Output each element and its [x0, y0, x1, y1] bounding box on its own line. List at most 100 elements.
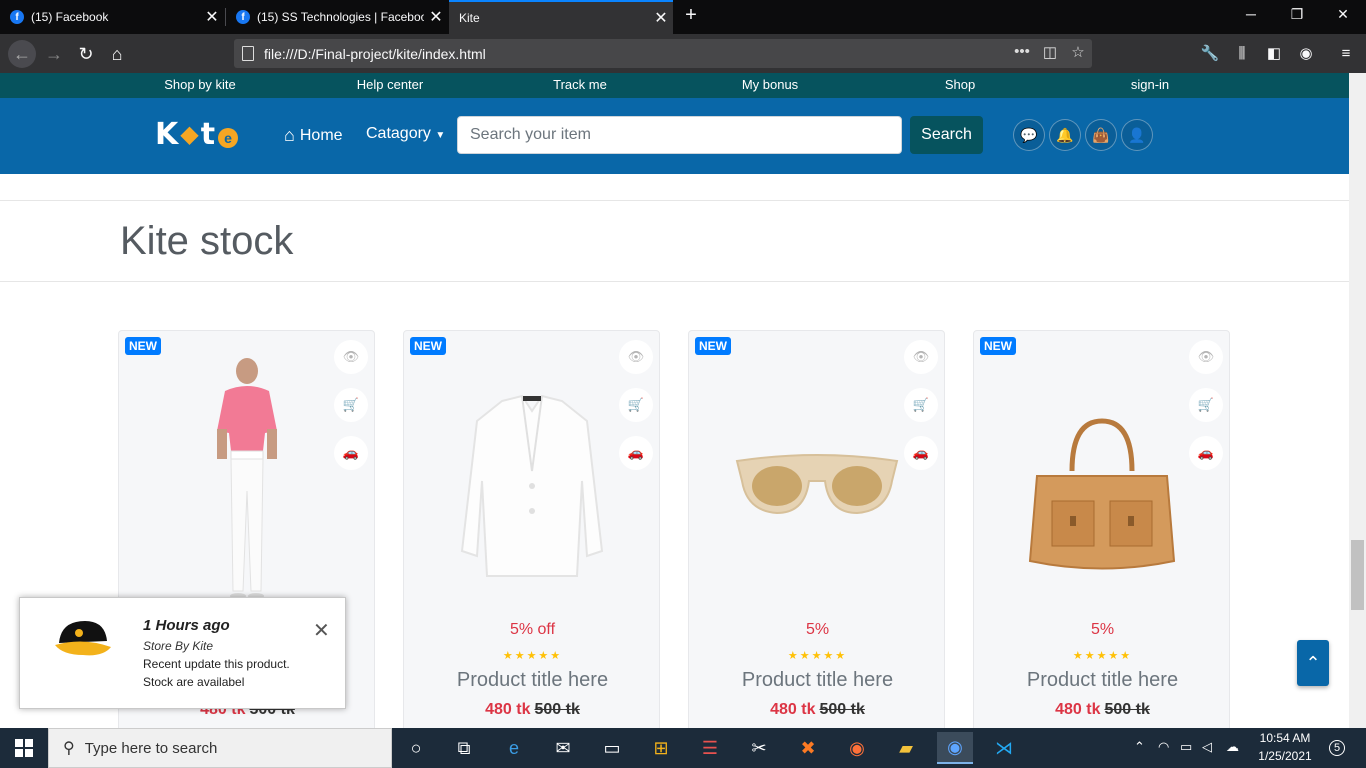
category-dropdown[interactable]: Catagory ▼ — [366, 125, 445, 143]
top-link-help-center[interactable]: Help center — [320, 77, 460, 92]
browser-tab-bar: f (15) Facebook ✕ f (15) SS Technologies… — [0, 0, 1366, 34]
restore-button[interactable]: ❐ — [1282, 6, 1312, 23]
search-button[interactable]: Search — [910, 116, 983, 154]
stack-app-icon[interactable]: ☰ — [692, 732, 728, 764]
xampp-icon[interactable]: ✖ — [790, 732, 826, 764]
site-header: K ◆ t e ⌂ Home Catagory ▼ Search 💬 🔔 👜 👤 — [0, 98, 1349, 174]
store-icon[interactable]: ⊞ — [643, 732, 679, 764]
close-tab-icon[interactable]: ✕ — [424, 7, 448, 27]
close-icon[interactable]: ✕ — [313, 618, 330, 643]
sidebar-icon[interactable]: ◧ — [1262, 42, 1286, 66]
terminal-icon[interactable]: ▭ — [594, 732, 630, 764]
bookmark-star-icon[interactable]: ☆ — [1067, 43, 1089, 61]
top-link-my-bonus[interactable]: My bonus — [700, 77, 840, 92]
cortana-icon[interactable]: ○ — [398, 732, 434, 764]
product-image-white-blazer[interactable] — [432, 351, 632, 601]
tab-facebook[interactable]: f (15) Facebook ✕ — [0, 0, 224, 34]
category-label: Catagory — [366, 125, 431, 142]
product-card[interactable]: NEW 👁 🛒 🚗 5% ★★★★★ Product title here 48… — [973, 330, 1230, 728]
page-scrollbar[interactable] — [1349, 73, 1366, 728]
wifi-icon[interactable]: ◠ — [1158, 739, 1169, 755]
product-card[interactable]: NEW 👁 🛒 🚗 5% ★★★★★ Product title here 48… — [688, 330, 945, 728]
double-chevron-up-icon: ⌃ — [1305, 652, 1321, 673]
discount-label: 5% off — [509, 621, 556, 638]
windows-taskbar: ⚲ Type here to search ○ ⧉ e ✉ ▭ ⊞ ☰ ✂ ✖ … — [0, 728, 1366, 768]
section-header-band: Kite stock — [0, 200, 1349, 282]
home-icon[interactable]: ⌂ — [105, 42, 129, 66]
shopping-bag-icon[interactable]: 👜 — [1085, 119, 1117, 151]
notification-count: 5 — [1329, 740, 1345, 756]
chevron-up-icon[interactable]: ⌃ — [1134, 739, 1145, 755]
facebook-icon: f — [10, 10, 24, 24]
edge-icon[interactable]: e — [496, 732, 532, 764]
close-tab-icon[interactable]: ✕ — [649, 8, 673, 28]
nav-home-label: Home — [299, 126, 343, 144]
battery-icon[interactable]: ▭ — [1180, 739, 1192, 755]
top-link-track-me[interactable]: Track me — [510, 77, 650, 92]
price-original: 500 tk — [819, 701, 865, 718]
search-input[interactable] — [457, 116, 902, 154]
back-to-top-button[interactable]: ⌃ — [1297, 640, 1329, 686]
top-link-shop-by-kite[interactable]: Shop by kite — [130, 77, 270, 92]
top-link-sign-in[interactable]: sign-in — [1080, 77, 1220, 92]
price-current: 480 tk — [770, 701, 816, 718]
product-title[interactable]: Product title here — [974, 669, 1231, 692]
home-icon: ⌂ — [284, 125, 295, 145]
toast-message-line-2: Stock are availabel — [143, 675, 245, 689]
library-icon[interactable]: ⫼ — [1230, 42, 1254, 66]
file-explorer-icon[interactable]: ▰ — [888, 732, 924, 764]
reload-icon[interactable]: ↻ — [74, 42, 98, 66]
product-title[interactable]: Product title here — [404, 669, 661, 692]
forward-arrow-icon[interactable]: → — [42, 42, 66, 66]
browser-toolbar: ← → ↻ ⌂ file:///D:/Final-project/kite/in… — [0, 34, 1366, 73]
price-original: 500 tk — [1104, 701, 1150, 718]
tab-label: (15) Facebook — [31, 10, 109, 24]
price-original: 500 tk — [534, 701, 580, 718]
nav-home-link[interactable]: ⌂ Home — [284, 125, 343, 146]
product-image-polo-outfit[interactable] — [147, 351, 347, 601]
taskbar-search-box[interactable]: ⚲ Type here to search — [48, 728, 392, 768]
url-text[interactable]: file:///D:/Final-project/kite/index.html — [264, 46, 486, 62]
taskbar-clock-time[interactable]: 10:54 AM — [1255, 731, 1315, 745]
wrench-icon[interactable]: 🔧 — [1198, 42, 1222, 66]
new-tab-button[interactable]: + — [680, 4, 702, 30]
logo-letter-k: K — [155, 116, 179, 152]
tab-ss-technologies[interactable]: f (15) SS Technologies | Facebook ✕ — [226, 0, 448, 34]
close-tab-icon[interactable]: ✕ — [200, 7, 224, 27]
tab-kite[interactable]: Kite ✕ — [449, 0, 673, 34]
menu-icon[interactable]: ≡ — [1334, 42, 1358, 66]
page-actions-icon[interactable]: ••• — [1011, 43, 1033, 60]
volume-icon[interactable]: ◁ — [1202, 739, 1212, 755]
product-card[interactable]: NEW 👁 🛒 🚗 5% off ★★★★★ Product title her… — [403, 330, 660, 728]
scrollbar-thumb[interactable] — [1351, 540, 1364, 610]
address-bar[interactable]: file:///D:/Final-project/kite/index.html… — [234, 39, 1092, 68]
toast-time: 1 Hours ago — [143, 617, 230, 634]
cloud-icon[interactable]: ☁ — [1226, 739, 1239, 755]
minimize-button[interactable]: ─ — [1236, 6, 1266, 22]
pocket-icon[interactable]: ◫ — [1039, 43, 1061, 61]
vscode-icon[interactable]: ⋊ — [986, 732, 1022, 764]
firefox-icon[interactable]: ◉ — [839, 732, 875, 764]
account-icon[interactable]: ◉ — [1294, 42, 1318, 66]
product-price: 480 tk 500 tk — [404, 701, 661, 719]
top-link-shop[interactable]: Shop — [890, 77, 1030, 92]
star-rating: ★★★★★ — [787, 650, 848, 662]
logo-letter-e: e — [218, 128, 239, 148]
product-image-sunglasses[interactable] — [717, 351, 917, 601]
snipping-tool-icon[interactable]: ✂ — [741, 732, 777, 764]
user-icon[interactable]: 👤 — [1121, 119, 1153, 151]
task-view-icon[interactable]: ⧉ — [446, 732, 482, 764]
firefox-dev-icon[interactable]: ◉ — [937, 732, 973, 764]
taskbar-clock-date[interactable]: 1/25/2021 — [1250, 749, 1320, 763]
product-image-leather-bag[interactable] — [1002, 351, 1202, 601]
bell-icon[interactable]: 🔔 — [1049, 119, 1081, 151]
windows-start-button[interactable] — [0, 728, 48, 768]
mail-icon[interactable]: ✉ — [545, 732, 581, 764]
kite-logo[interactable]: K ◆ t e — [155, 116, 239, 152]
discount-label: 5% — [1090, 621, 1115, 638]
close-window-button[interactable]: ✕ — [1328, 6, 1358, 23]
back-arrow-icon[interactable]: ← — [8, 40, 36, 68]
chat-icon[interactable]: 💬 — [1013, 119, 1045, 151]
product-title[interactable]: Product title here — [689, 669, 946, 692]
action-center-icon[interactable]: 5 — [1322, 732, 1352, 764]
